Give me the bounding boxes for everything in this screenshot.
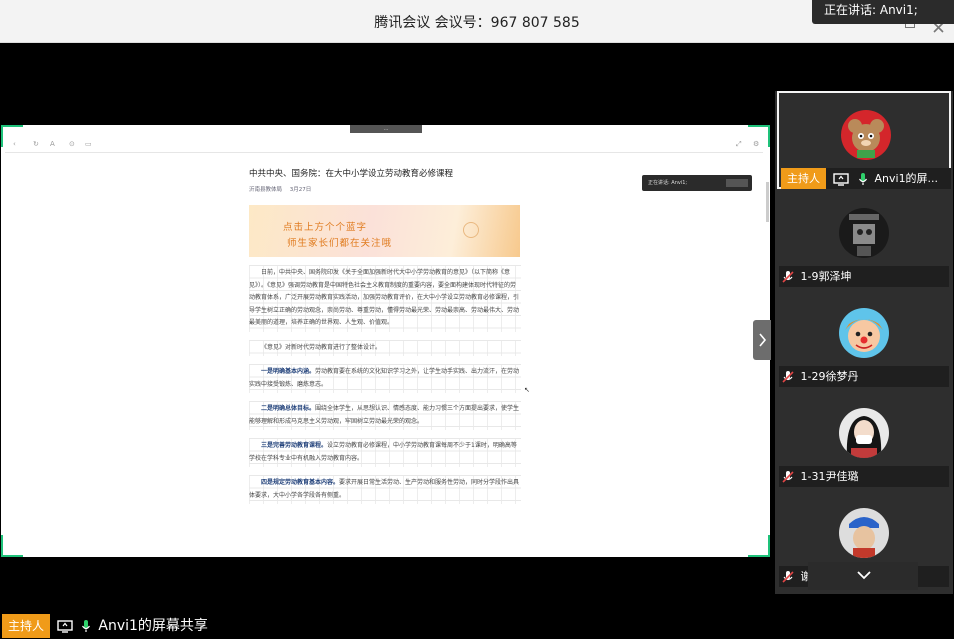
participant-nameplate: 1-29徐梦丹 [779, 366, 949, 387]
article: 中共中央、国务院：在大中小学设立劳动教育必修课程 沂南县教体局 3月27日 点击… [249, 167, 521, 504]
microphone-muted-icon [782, 571, 794, 583]
participant-tile[interactable]: 主持人 Anvi1的屏... [777, 91, 951, 189]
microphone-muted-icon [782, 271, 794, 283]
article-paragraph: 四是规定劳动教育基本内容。要求开展日常生活劳动、生产劳动和服务性劳动，同时分学段… [249, 475, 521, 504]
microphone-on-icon [81, 620, 90, 632]
article-banner: 点击上方个个蓝字 师生家长们都在关注哦 [249, 205, 520, 257]
microphone-on-icon [859, 173, 867, 185]
participant-name: Anvi1的屏... [874, 172, 939, 185]
participant-name: 1-9郭泽坤 [800, 270, 852, 283]
participant-name: 1-31尹佳璐 [800, 470, 859, 483]
open-icon: ⤢ [736, 140, 742, 148]
title-bar: 腾讯会议 会议号：967 807 585 [0, 0, 954, 43]
chevron-down-icon[interactable] [808, 562, 918, 590]
shared-screen: ... ‹ ↻ A ⊙ ▭ ⤢ ⚙ 中共中央、国务院：在大中小学设立劳动教育必修… [1, 125, 770, 557]
avatar [839, 508, 889, 558]
avatar [839, 408, 889, 458]
banner-ring-decoration [463, 222, 479, 238]
banner-line-1: 点击上方个个蓝字 [283, 222, 368, 233]
article-paragraph: 二是明确总体目标。围绕全体学生，从思想认识、情感态度、能力习惯三个方面提出要求，… [249, 401, 521, 430]
refresh-icon: ↻ [33, 140, 39, 148]
article-paragraph: 《意见》对新时代劳动教育进行了整体设计。 [249, 340, 521, 357]
share-owner-label: Anvi1的屏幕共享 [98, 618, 208, 634]
screen-share-icon [832, 172, 849, 186]
participant-nameplate: 主持人 Anvi1的屏... [781, 168, 951, 189]
host-badge: 主持人 [2, 614, 51, 638]
avatar [841, 110, 891, 160]
article-paragraph: 三是完善劳动教育课程。设立劳动教育必修课程，中小学劳动教育课每周不少于1课时，明… [249, 438, 521, 467]
article-source: 沂南县教体局 [249, 187, 283, 193]
participant-tile[interactable]: 1-9郭泽坤 [777, 191, 951, 289]
mouse-cursor-icon: ↖ [524, 386, 530, 394]
meeting-title: 腾讯会议 会议号：967 807 585 [374, 15, 580, 31]
window-icon: ▭ [85, 140, 92, 148]
article-paragraph: 日前，中共中央、国务院印发《关于全面加强新时代大中小学劳动教育的意见》（以下简称… [249, 265, 521, 332]
article-paragraph: 一是明确基本内涵。劳动教育要在系统的文化知识学习之外，让学生动手实践、出力流汗，… [249, 364, 521, 393]
font-icon: A [50, 140, 55, 148]
article-meta: 沂南县教体局 3月27日 [249, 185, 521, 193]
article-date: 3月27日 [289, 187, 312, 193]
participant-tile[interactable]: 1-31尹佳璐 [777, 391, 951, 489]
microphone-muted-icon [782, 471, 794, 483]
shared-overlay-button [726, 179, 748, 187]
shared-speaking-overlay: 正在讲话: Anvi1; [642, 175, 752, 191]
participant-nameplate: 1-31尹佳璐 [779, 466, 949, 487]
participants-panel[interactable]: 主持人 Anvi1的屏... 1-9郭泽坤 1-29徐梦丹 1-31尹佳璐 [775, 91, 953, 594]
participant-nameplate: 1-9郭泽坤 [779, 266, 949, 287]
share-corner-marker [1, 535, 23, 557]
more-icon: ⊙ [69, 140, 75, 148]
share-tag: ... [350, 125, 422, 133]
browser-toolbar: ‹ ↻ A ⊙ ▭ ⤢ ⚙ [5, 137, 763, 153]
banner-line-2: 师生家长们都在关注哦 [287, 238, 393, 249]
bottom-share-label: 主持人 Anvi1的屏幕共享 [2, 614, 208, 638]
host-badge: 主持人 [781, 168, 826, 189]
participant-tile[interactable]: 1-29徐梦丹 [777, 291, 951, 389]
avatar [839, 208, 889, 258]
back-icon: ‹ [13, 140, 16, 148]
avatar [839, 308, 889, 358]
expand-participants-button[interactable] [808, 562, 918, 590]
speaking-indicator: 正在讲话: Anvi1; [812, 0, 954, 24]
participant-name: 1-29徐梦丹 [800, 370, 859, 383]
next-page-button[interactable] [753, 320, 771, 360]
microphone-muted-icon [782, 371, 794, 383]
article-title: 中共中央、国务院：在大中小学设立劳动教育必修课程 [249, 169, 454, 179]
screen-share-icon [57, 619, 74, 633]
settings-icon: ⚙ [753, 140, 760, 148]
